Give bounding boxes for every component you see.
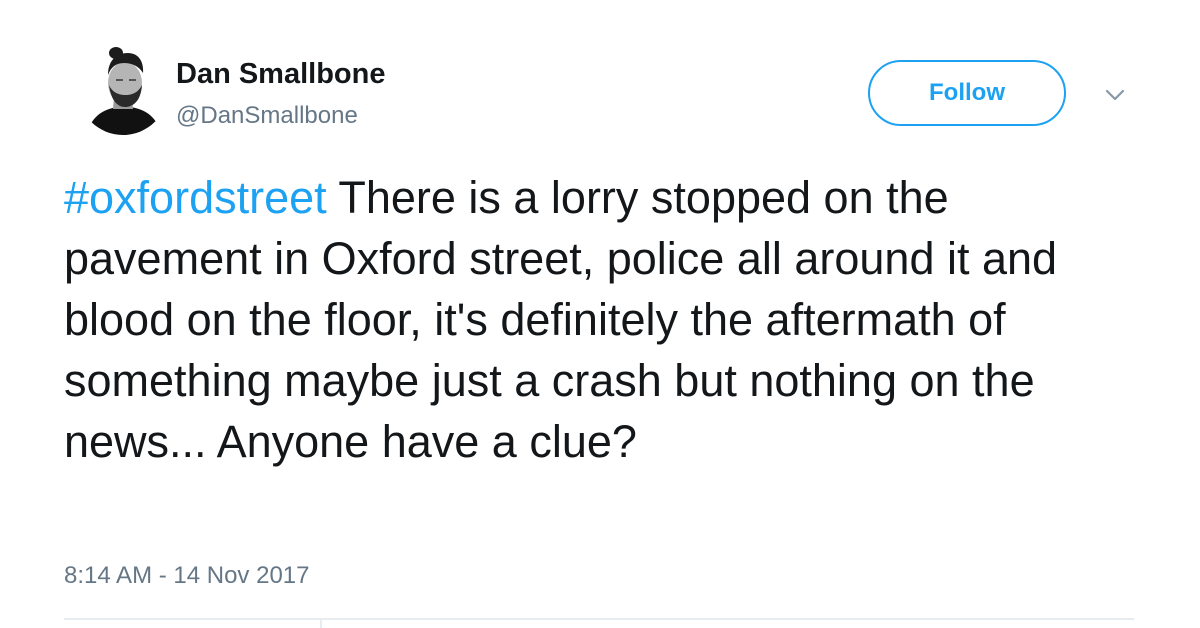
avatar[interactable] — [78, 45, 168, 135]
display-name[interactable]: Dan Smallbone — [176, 56, 386, 92]
chevron-down-icon[interactable] — [1100, 80, 1130, 110]
tweet-timestamp[interactable]: 8:14 AM - 14 Nov 2017 — [64, 560, 309, 592]
tweet-card: Dan Smallbone @DanSmallbone Follow #oxfo… — [0, 0, 1200, 628]
divider-tick — [320, 618, 322, 628]
avatar-photo — [78, 45, 168, 135]
follow-button[interactable]: Follow — [868, 60, 1066, 126]
user-handle[interactable]: @DanSmallbone — [176, 101, 358, 131]
divider — [64, 618, 1134, 620]
tweet-text: #oxfordstreet There is a lorry stopped o… — [64, 167, 1144, 472]
hashtag-link[interactable]: #oxfordstreet — [64, 172, 327, 223]
